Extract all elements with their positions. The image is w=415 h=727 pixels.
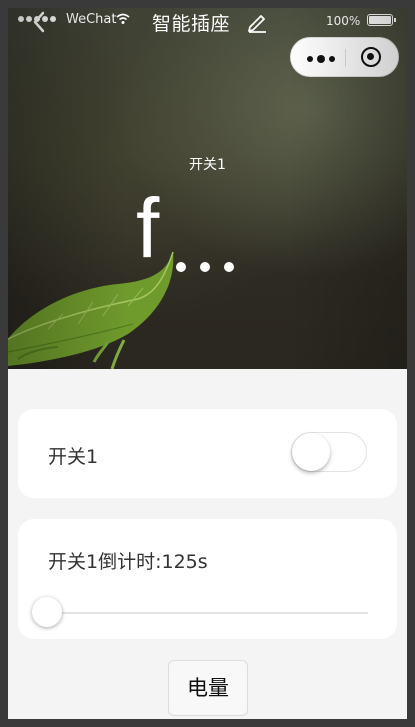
- mini-program-capsule: [290, 37, 399, 77]
- more-dots-icon[interactable]: [307, 55, 335, 63]
- switch-toggle[interactable]: [291, 432, 367, 472]
- power-button[interactable]: 电量: [168, 660, 248, 716]
- hero-switch-name: 开关1: [189, 157, 226, 173]
- hero-ellipsis: [176, 262, 234, 272]
- wifi-icon: [116, 13, 130, 24]
- timer-slider-knob[interactable]: [32, 597, 62, 627]
- hero-banner: WeChat 100% 智能插座 开关1 f: [8, 8, 407, 369]
- carrier-label: WeChat: [66, 12, 117, 27]
- toggle-knob[interactable]: [292, 433, 330, 471]
- switch-label: 开关1: [48, 446, 99, 468]
- hero-state-text: f: [136, 181, 160, 275]
- switch-card: 开关1: [18, 409, 397, 498]
- timer-card: 开关1倒计时:125s: [18, 519, 397, 639]
- capsule-divider: [345, 49, 346, 67]
- timer-slider-track[interactable]: [48, 612, 368, 614]
- pencil-icon[interactable]: [246, 11, 268, 33]
- close-target-icon[interactable]: [361, 47, 381, 67]
- back-chevron-icon[interactable]: [32, 10, 46, 34]
- battery-percent: 100%: [326, 14, 361, 28]
- battery-icon: [367, 14, 396, 26]
- page-title: 智能插座: [152, 13, 231, 35]
- phone-screen: WeChat 100% 智能插座 开关1 f 开关1 开关1倒计时:125s 电…: [8, 8, 407, 719]
- signal-icon: [18, 16, 56, 22]
- status-bar: WeChat 100%: [8, 8, 407, 36]
- timer-label: 开关1倒计时:125s: [48, 551, 208, 573]
- leaf-image: [8, 251, 174, 369]
